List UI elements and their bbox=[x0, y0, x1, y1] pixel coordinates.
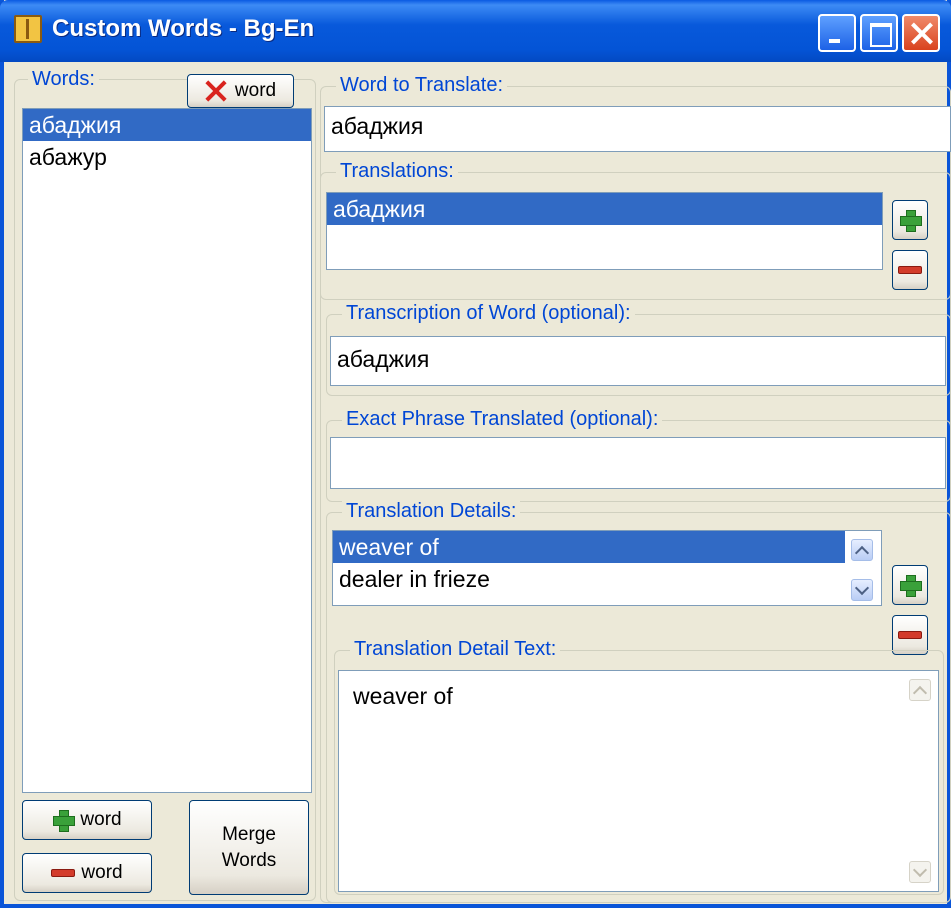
minus-icon bbox=[898, 266, 922, 274]
detail-text-value: weaver of bbox=[353, 683, 453, 709]
word-to-translate-input[interactable]: абаджия bbox=[324, 106, 951, 152]
translations-list[interactable]: абаджия bbox=[326, 192, 883, 270]
detail-text-scroll-down-button bbox=[909, 861, 931, 883]
plus-icon bbox=[899, 209, 922, 232]
minimize-button[interactable] bbox=[818, 14, 856, 52]
detail-text-scroll-up-button bbox=[909, 679, 931, 701]
custom-words-window: Custom Words - Bg-En Words: word абаджия… bbox=[0, 0, 951, 908]
add-detail-button[interactable] bbox=[892, 565, 928, 605]
remove-translation-button[interactable] bbox=[892, 250, 928, 290]
remove-word-button[interactable]: word bbox=[22, 853, 152, 893]
translations-list-item[interactable]: абаджия bbox=[327, 193, 882, 225]
minus-icon bbox=[898, 631, 922, 639]
word-to-translate-legend: Word to Translate: bbox=[336, 74, 508, 97]
add-word-label: word bbox=[80, 809, 122, 830]
dictionary-book-icon bbox=[14, 15, 42, 43]
remove-word-label: word bbox=[81, 862, 123, 883]
delete-word-label: word bbox=[234, 80, 277, 101]
translation-details-list-item[interactable]: dealer in frieze bbox=[333, 563, 845, 595]
plus-icon bbox=[52, 809, 76, 832]
details-scroll-down-button[interactable] bbox=[851, 579, 873, 601]
translation-details-list-item[interactable]: weaver of bbox=[333, 531, 845, 563]
delete-word-button[interactable]: word bbox=[187, 74, 294, 108]
transcription-input[interactable]: абаджия bbox=[330, 336, 946, 386]
window-title: Custom Words - Bg-En bbox=[52, 15, 315, 42]
words-list-item[interactable]: абаджия bbox=[23, 109, 311, 141]
add-word-button[interactable]: word bbox=[22, 800, 152, 840]
merge-words-label-line2: Words bbox=[221, 849, 277, 871]
detail-text-area[interactable]: weaver of bbox=[338, 670, 939, 892]
words-legend: Words: bbox=[28, 68, 99, 91]
translation-details-legend: Translation Details: bbox=[342, 500, 521, 523]
add-translation-button[interactable] bbox=[892, 200, 928, 240]
translations-legend: Translations: bbox=[336, 160, 458, 183]
close-button[interactable] bbox=[902, 14, 940, 52]
transcription-legend: Transcription of Word (optional): bbox=[342, 302, 635, 325]
delete-x-icon bbox=[205, 80, 227, 102]
remove-detail-button[interactable] bbox=[892, 615, 928, 655]
exact-phrase-legend: Exact Phrase Translated (optional): bbox=[342, 408, 663, 431]
words-list-item[interactable]: абажур bbox=[23, 141, 311, 173]
words-list[interactable]: абаджия абажур bbox=[22, 108, 312, 793]
title-bar[interactable]: Custom Words - Bg-En bbox=[0, 0, 951, 62]
exact-phrase-input[interactable] bbox=[330, 437, 946, 489]
minus-icon bbox=[51, 869, 76, 877]
detail-text-legend: Translation Detail Text: bbox=[350, 638, 561, 661]
merge-words-label-line1: Merge bbox=[222, 823, 276, 845]
merge-words-button[interactable]: Merge Words bbox=[189, 800, 309, 895]
plus-icon bbox=[899, 574, 922, 597]
translation-details-list[interactable]: weaver of dealer in frieze bbox=[332, 530, 882, 606]
maximize-button[interactable] bbox=[860, 14, 898, 52]
details-scroll-up-button[interactable] bbox=[851, 539, 873, 561]
